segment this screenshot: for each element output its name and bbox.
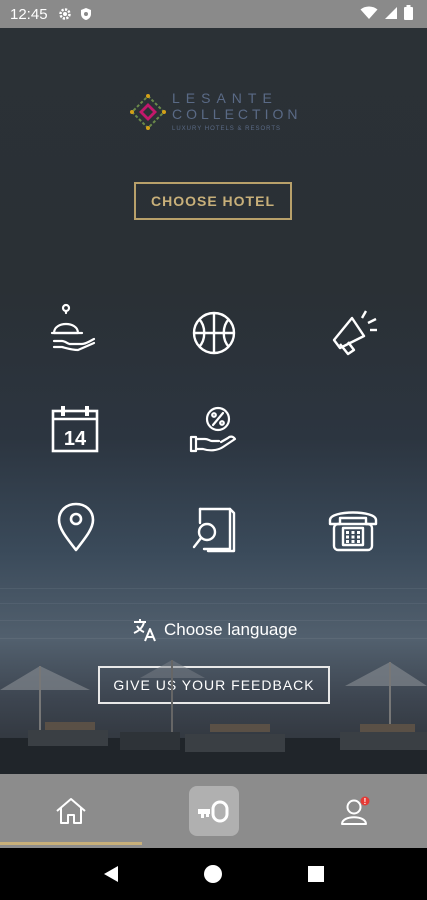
profile-icon: ! <box>341 796 370 825</box>
cell-signal-icon <box>385 6 397 19</box>
brand-logo: LESANTE COLLECTION LUXURY HOTELS & RESOR… <box>128 90 308 140</box>
logo-line1: LESANTE <box>172 90 278 106</box>
sea-line <box>0 603 427 604</box>
beach-background <box>0 660 427 774</box>
choose-hotel-button[interactable]: CHOOSE HOTEL <box>134 182 292 220</box>
logo-line3: LUXURY HOTELS & RESORTS <box>172 126 282 132</box>
status-time: 12:45 <box>10 5 48 23</box>
choose-language-button[interactable]: Choose language <box>132 618 297 642</box>
translate-icon <box>133 619 156 642</box>
choose-language-label: Choose language <box>164 620 298 639</box>
logo-emblem-icon <box>130 94 166 130</box>
telephone-icon[interactable] <box>328 504 378 554</box>
calendar-icon[interactable]: 14 <box>50 405 100 455</box>
settings-icon <box>58 8 71 20</box>
key-icon <box>198 800 229 823</box>
offers-percent-icon[interactable] <box>189 405 239 455</box>
app-screen: 12:45 LESANTE COLLECTION LUXURY HOTELS &… <box>0 0 427 900</box>
recents-icon[interactable] <box>307 865 325 883</box>
bottom-tab-bar: ! <box>0 774 427 848</box>
tab-key[interactable] <box>189 786 239 836</box>
megaphone-icon[interactable] <box>330 308 380 358</box>
system-nav-bar <box>0 848 427 900</box>
status-bar: 12:45 <box>0 0 427 28</box>
search-document-icon[interactable] <box>190 505 240 555</box>
location-pin-icon[interactable] <box>51 502 101 552</box>
tab-home[interactable] <box>0 774 142 848</box>
battery-icon <box>404 5 413 20</box>
tab-profile[interactable]: ! <box>285 774 427 848</box>
room-service-icon[interactable] <box>50 303 100 353</box>
home-icon <box>56 798 86 824</box>
basketball-icon[interactable] <box>189 308 239 358</box>
sea-line <box>0 588 427 589</box>
profile-badge: ! <box>364 797 367 806</box>
calendar-day: 14 <box>64 428 87 450</box>
active-tab-indicator <box>0 842 142 845</box>
home-circle-icon[interactable] <box>203 864 223 884</box>
wifi-icon <box>360 6 378 19</box>
logo-line2: COLLECTION <box>172 106 302 122</box>
shield-icon <box>80 8 91 20</box>
back-icon[interactable] <box>102 864 120 884</box>
main-content: LESANTE COLLECTION LUXURY HOTELS & RESOR… <box>0 28 427 774</box>
